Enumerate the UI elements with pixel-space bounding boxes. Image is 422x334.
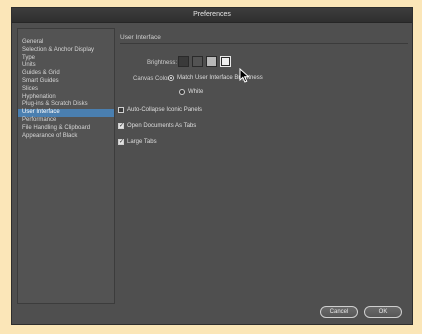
mouse-pointer-icon [239,68,250,83]
checkbox-label: Open Documents As Tabs [127,123,197,129]
sidebar-item-guides-grid[interactable]: Guides & Grid [18,70,114,78]
panel-divider [120,43,408,44]
sidebar-item-type[interactable]: Type [18,55,114,63]
canvas-color-label: Canvas Color: [133,76,172,82]
checkbox-large-tabs[interactable]: ✓ Large Tabs [118,139,157,145]
radio-button-icon [168,75,174,81]
preferences-dialog: Preferences General Selection & Anchor D… [11,7,413,325]
cancel-button[interactable]: Cancel [320,306,358,318]
checkbox-label: Large Tabs [127,139,157,145]
dialog-title: Preferences [12,8,412,23]
sidebar-item-slices[interactable]: Slices [18,86,114,94]
canvas-option-white[interactable]: White [179,89,203,95]
brightness-swatch-dark[interactable] [192,56,203,67]
checkbox-auto-collapse-iconic-panels[interactable]: Auto-Collapse Iconic Panels [118,107,202,113]
sidebar-item-plugins-scratch-disks[interactable]: Plug-ins & Scratch Disks [18,101,114,109]
checkmark-icon: ✓ [118,139,125,145]
sidebar-item-performance[interactable]: Performance [18,117,114,125]
brightness-label: Brightness: [147,60,178,66]
sidebar-item-smart-guides[interactable]: Smart Guides [18,78,114,86]
checkbox-label: Auto-Collapse Iconic Panels [127,107,203,113]
radio-label: White [188,89,204,95]
sidebar-item-appearance-of-black[interactable]: Appearance of Black [18,133,114,141]
sidebar-item-user-interface[interactable]: User Interface [18,109,114,117]
sidebar-item-units[interactable]: Units [18,62,114,70]
brightness-swatch-darkest[interactable] [178,56,189,67]
radio-button-icon [179,89,185,95]
checkbox-open-documents-as-tabs[interactable]: ✓ Open Documents As Tabs [118,123,196,129]
sidebar-item-file-handling-clipboard[interactable]: File Handling & Clipboard [18,125,114,133]
panel-title: User Interface [120,34,161,41]
preferences-sidebar: General Selection & Anchor Display Type … [17,28,115,304]
sidebar-item-selection-anchor-display[interactable]: Selection & Anchor Display [18,47,114,55]
brightness-swatch-medium[interactable] [206,56,217,67]
brightness-swatch-light[interactable] [220,56,231,67]
sidebar-item-general[interactable]: General [18,39,114,47]
checkbox-icon [118,107,124,113]
ok-button[interactable]: OK [364,306,402,318]
sidebar-item-hyphenation[interactable]: Hyphenation [18,94,114,102]
checkmark-icon: ✓ [118,123,125,129]
